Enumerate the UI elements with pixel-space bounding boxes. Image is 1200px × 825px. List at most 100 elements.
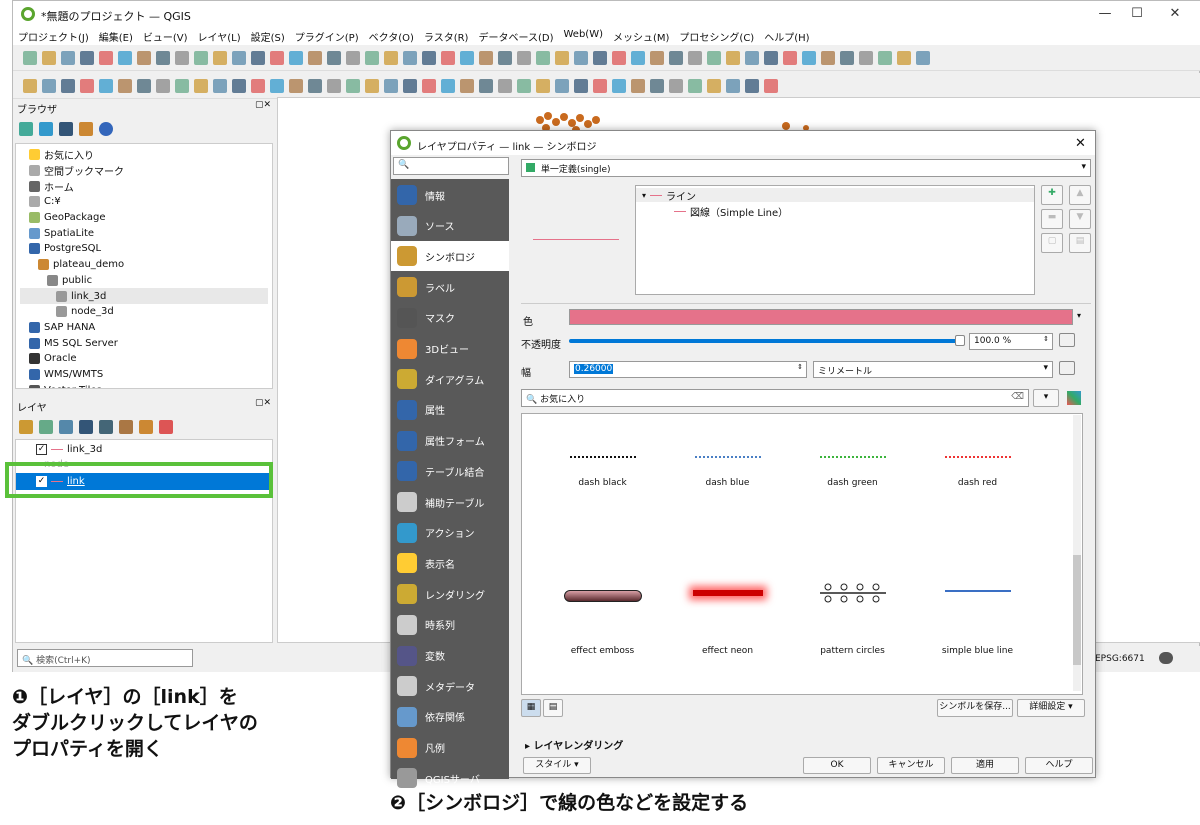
toolbar-tool-icon[interactable]: [479, 50, 493, 65]
toolbar-tool-icon[interactable]: [61, 50, 75, 65]
sidebar-tab[interactable]: 補助テーブル: [391, 487, 509, 517]
browser-item[interactable]: SAP HANA: [20, 320, 268, 336]
minimize-button[interactable]: —: [1093, 6, 1117, 21]
toolbar-tool-icon[interactable]: [707, 50, 721, 65]
toolbar-tool-icon[interactable]: [840, 50, 854, 65]
toolbar-tool-icon[interactable]: [555, 78, 569, 93]
symbol-cell[interactable]: dash blue: [665, 420, 790, 550]
toolbar-tool-icon[interactable]: [194, 50, 208, 65]
browser-item[interactable]: ホーム: [20, 178, 268, 194]
toolbar-tool-icon[interactable]: [156, 50, 170, 65]
toolbar-tool-icon[interactable]: [289, 50, 303, 65]
maximize-button[interactable]: ☐: [1125, 6, 1149, 21]
add-group-icon[interactable]: [39, 420, 53, 434]
toolbar-tool-icon[interactable]: [536, 78, 550, 93]
toolbar-tool-icon[interactable]: [745, 78, 759, 93]
eye-icon[interactable]: [59, 420, 73, 434]
add-symbol-layer-button[interactable]: ✚: [1041, 185, 1063, 205]
sidebar-tab[interactable]: 変数: [391, 641, 509, 671]
toolbar-tool-icon[interactable]: [726, 78, 740, 93]
toolbar-tool-icon[interactable]: [118, 78, 132, 93]
toolbar-tool-icon[interactable]: [764, 78, 778, 93]
toolbar-tool-icon[interactable]: [574, 78, 588, 93]
menu-item[interactable]: ヘルプ(H): [759, 27, 814, 45]
toolbar-tool-icon[interactable]: [441, 78, 455, 93]
move-up-button[interactable]: ▲: [1069, 185, 1091, 205]
sidebar-tab[interactable]: メタデータ: [391, 671, 509, 701]
toolbar-tool-icon[interactable]: [137, 50, 151, 65]
sidebar-tab[interactable]: 属性フォーム: [391, 426, 509, 456]
toolbar-tool-icon[interactable]: [156, 78, 170, 93]
toolbar-tool-icon[interactable]: [897, 50, 911, 65]
toolbar-tool-icon[interactable]: [422, 78, 436, 93]
save-symbol-button[interactable]: シンボルを保存...: [937, 699, 1013, 717]
toolbar-tool-icon[interactable]: [479, 78, 493, 93]
sidebar-tab[interactable]: 表示名: [391, 548, 509, 578]
toolbar-tool-icon[interactable]: [688, 50, 702, 65]
style-manager-icon[interactable]: [1067, 391, 1081, 405]
close-button[interactable]: ✕: [1163, 6, 1187, 21]
scrollbar[interactable]: [1073, 415, 1081, 691]
toolbar-tool-icon[interactable]: [308, 50, 322, 65]
browser-item[interactable]: PostgreSQL: [20, 241, 268, 257]
width-spinbox[interactable]: 0.26000 ⇕: [569, 361, 807, 378]
toolbar-tool-icon[interactable]: [308, 78, 322, 93]
apply-button[interactable]: 適用: [951, 757, 1019, 774]
toolbar-tool-icon[interactable]: [555, 50, 569, 65]
browser-item[interactable]: GeoPackage: [20, 210, 268, 226]
menu-item[interactable]: レイヤ(L): [193, 27, 246, 45]
toolbar-tool-icon[interactable]: [669, 50, 683, 65]
toolbar-tool-icon[interactable]: [213, 78, 227, 93]
symbol-cell[interactable]: pattern circles: [790, 554, 915, 684]
menu-item[interactable]: 設定(S): [246, 27, 290, 45]
unit-select[interactable]: ミリメートル ▾: [813, 361, 1053, 378]
menu-item[interactable]: Web(W): [558, 27, 608, 45]
opacity-slider-handle[interactable]: [955, 335, 965, 346]
sidebar-tab[interactable]: 3Dビュー: [391, 334, 509, 364]
sidebar-tab[interactable]: レンダリング: [391, 579, 509, 609]
symbol-cell[interactable]: effect emboss: [540, 554, 665, 684]
menu-item[interactable]: メッシュ(M): [608, 27, 674, 45]
sidebar-search-input[interactable]: 🔍: [393, 157, 509, 175]
sidebar-tab[interactable]: 凡例: [391, 733, 509, 763]
library-dropdown-button[interactable]: ▾: [1033, 389, 1059, 407]
dialog-close-button[interactable]: ✕: [1075, 136, 1086, 151]
advanced-button[interactable]: 詳細設定 ▾: [1017, 699, 1085, 717]
sidebar-tab[interactable]: ソース: [391, 211, 509, 241]
toolbar-tool-icon[interactable]: [118, 50, 132, 65]
toolbar-tool-icon[interactable]: [346, 50, 360, 65]
toolbar-tool-icon[interactable]: [612, 50, 626, 65]
toolbar-tool-icon[interactable]: [612, 78, 626, 93]
symbol-cell[interactable]: dash green: [790, 420, 915, 550]
toolbar-tool-icon[interactable]: [517, 50, 531, 65]
symbol-cell[interactable]: dash black: [540, 420, 665, 550]
toolbar-tool-icon[interactable]: [688, 78, 702, 93]
toolbar-tool-icon[interactable]: [631, 50, 645, 65]
menu-item[interactable]: ベクタ(O): [364, 27, 419, 45]
cancel-button[interactable]: キャンセル: [877, 757, 945, 774]
browser-item[interactable]: 空間ブックマーク: [20, 163, 268, 179]
panel-close-icon[interactable]: ▢✕: [255, 398, 271, 408]
browser-item[interactable]: SpatiaLite: [20, 225, 268, 241]
toolbar-tool-icon[interactable]: [650, 50, 664, 65]
collapse-icon[interactable]: [79, 122, 93, 136]
icon-view-button[interactable]: ▦: [521, 699, 541, 717]
toolbar-tool-icon[interactable]: [460, 78, 474, 93]
library-search-input[interactable]: 🔍 お気に入り ⌫: [521, 389, 1029, 407]
renderer-select[interactable]: 単一定義(single) ▾: [521, 159, 1091, 177]
toolbar-tool-icon[interactable]: [270, 78, 284, 93]
toolbar-tool-icon[interactable]: [251, 78, 265, 93]
toolbar-tool-icon[interactable]: [498, 50, 512, 65]
toolbar-tool-icon[interactable]: [460, 50, 474, 65]
toolbar-tool-icon[interactable]: [42, 50, 56, 65]
menu-item[interactable]: プロセシング(C): [674, 27, 759, 45]
toolbar-tool-icon[interactable]: [137, 78, 151, 93]
toolbar-tool-icon[interactable]: [327, 50, 341, 65]
symbol-layer-simple-line[interactable]: 図線（Simple Line）: [674, 204, 788, 220]
sidebar-tab[interactable]: 時系列: [391, 610, 509, 640]
ok-button[interactable]: OK: [803, 757, 871, 774]
style-icon[interactable]: [19, 420, 33, 434]
toolbar-tool-icon[interactable]: [99, 78, 113, 93]
browser-item[interactable]: Vector Tiles: [20, 382, 268, 388]
toolbar-tool-icon[interactable]: [232, 50, 246, 65]
